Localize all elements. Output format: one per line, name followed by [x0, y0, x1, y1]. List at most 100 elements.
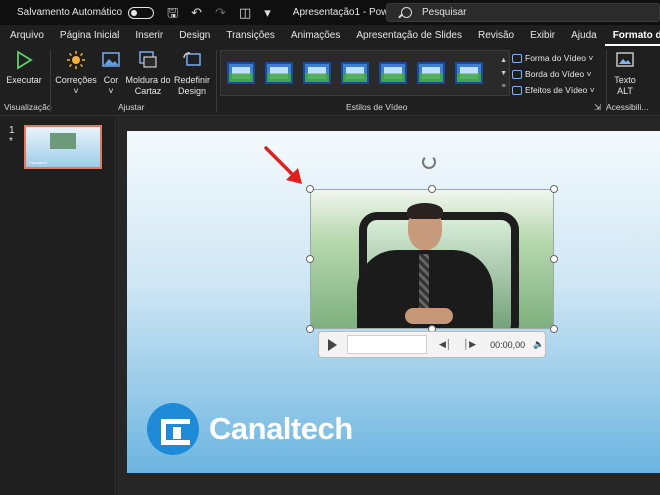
video-options: Forma do Vídeo ˅ Borda do Vídeo ˅ Efeito… [512, 50, 595, 98]
redefinir-label-2: Design [177, 86, 206, 96]
moldura-cartaz-button[interactable]: Moldura do Cartaz [124, 50, 172, 97]
redefinir-design-button[interactable]: Redefinir Design [172, 50, 212, 97]
video-style-thumb[interactable] [303, 62, 331, 84]
scroll-down-icon[interactable]: ▼ [500, 67, 507, 80]
tab-revisao[interactable]: Revisão [470, 25, 522, 46]
media-controls: ◀│ │▶ 00:00,00 🔈 [318, 331, 546, 358]
video-style-thumb[interactable] [417, 62, 445, 84]
search-placeholder: Pesquisar [422, 7, 467, 18]
step-back-icon[interactable]: ◀│ [439, 339, 452, 350]
play-button[interactable] [328, 338, 337, 351]
volume-icon[interactable]: 🔈 [533, 339, 544, 350]
search-icon [401, 7, 412, 18]
tab-apresentacao[interactable]: Apresentação de Slides [348, 25, 470, 46]
border-icon [512, 69, 522, 79]
customize-toolbar-icon[interactable]: ▾ [264, 6, 271, 19]
tab-exibir[interactable]: Exibir [522, 25, 563, 46]
thumb-logo: Canaltech [29, 160, 48, 165]
progress-bar[interactable] [347, 335, 427, 354]
tab-inserir[interactable]: Inserir [127, 25, 171, 46]
present-icon[interactable]: ◫ [239, 6, 251, 19]
effects-icon [512, 85, 522, 95]
title-bar: Salvamento Automático 🖫 ↶ ↷ ◫ ▾ Apresent… [0, 0, 660, 25]
time-display: 00:00,00 [490, 339, 526, 350]
ribbon: Executar Visualização Correções ˅ Cor ˅ … [0, 46, 660, 116]
video-style-thumb[interactable] [379, 62, 407, 84]
scroll-up-icon[interactable]: ▲ [500, 54, 507, 67]
forma-video-button[interactable]: Forma do Vídeo ˅ [512, 50, 595, 66]
video-style-thumb[interactable] [341, 62, 369, 84]
borda-video-button[interactable]: Borda do Vídeo ˅ [512, 66, 595, 82]
efeitos-video-button[interactable]: Efeitos de Vídeo ˅ [512, 82, 595, 98]
undo-icon[interactable]: ↶ [191, 6, 202, 19]
shape-icon [512, 53, 522, 63]
presenter-tie [419, 254, 429, 314]
video-style-thumb[interactable] [265, 62, 293, 84]
canaltech-logo: Canaltech [147, 403, 353, 455]
annotation-arrow-icon [264, 146, 302, 184]
rotate-handle-icon[interactable] [422, 155, 436, 169]
correcoes-label: Correções [55, 75, 97, 85]
tab-arquivo[interactable]: Arquivo [0, 25, 52, 46]
reset-design-icon [183, 52, 201, 66]
slide-number-text: 1 [9, 125, 15, 136]
save-icon[interactable]: 🖫 [167, 6, 178, 19]
chevron-down-icon: ˅ [73, 86, 79, 96]
tab-formato-video[interactable]: Formato do [604, 25, 660, 46]
efeitos-video-label: Efeitos de Vídeo [525, 85, 588, 95]
video-styles-gallery: ▲ ▼ ≡ [220, 50, 510, 96]
moldura-label-1: Moldura do [125, 75, 171, 85]
group-estilos-video: Estilos de Vídeo [346, 102, 408, 112]
executar-label: Executar [6, 75, 42, 85]
ribbon-tabs: Arquivo Página Inicial Inserir Design Tr… [0, 25, 660, 46]
ribbon-separator [50, 50, 51, 112]
group-ajustar: Ajustar [118, 102, 145, 112]
cor-label: Cor [103, 75, 119, 85]
presenter-hands [405, 308, 453, 324]
resize-handle[interactable] [306, 255, 314, 263]
autosave-toggle[interactable] [128, 6, 155, 19]
resize-handle[interactable] [428, 185, 436, 193]
tab-transicoes[interactable]: Transições [218, 25, 283, 46]
video-style-thumb[interactable] [455, 62, 483, 84]
dialog-launcher-icon[interactable]: ⇲ [594, 102, 601, 113]
slides-panel: 1 * Canaltech [0, 117, 116, 495]
resize-handle[interactable] [306, 325, 314, 333]
search-box[interactable]: Pesquisar [386, 3, 660, 22]
redo-icon[interactable]: ↷ [215, 6, 226, 19]
poster-frame-icon [139, 51, 157, 68]
resize-handle[interactable] [550, 325, 558, 333]
tab-design[interactable]: Design [171, 25, 218, 46]
gallery-scroll[interactable]: ▲ ▼ ≡ [500, 54, 507, 93]
video-style-thumb[interactable] [227, 62, 255, 84]
resize-handle[interactable] [306, 185, 314, 193]
cor-button[interactable]: Cor ˅ [100, 50, 122, 97]
thumb-video [50, 133, 76, 149]
resize-handle[interactable] [550, 255, 558, 263]
slide-thumbnail[interactable]: Canaltech [24, 125, 102, 169]
group-acessibilidade: Acessibili... [606, 102, 649, 112]
tab-animacoes[interactable]: Animações [283, 25, 348, 46]
play-icon [17, 50, 33, 70]
resize-handle[interactable] [550, 185, 558, 193]
chevron-down-icon: ˅ [108, 86, 114, 96]
executar-button[interactable]: Executar [6, 50, 42, 86]
slide-number: 1 * [9, 125, 15, 147]
redefinir-label-1: Redefinir [173, 75, 211, 85]
sun-icon [67, 51, 85, 69]
alt-text-icon [616, 52, 634, 67]
tab-ajuda[interactable]: Ajuda [563, 25, 605, 46]
texto-alt-label-1: Texto [614, 75, 636, 85]
more-styles-icon[interactable]: ≡ [500, 80, 507, 93]
video-object[interactable] [310, 189, 554, 329]
tab-pagina-inicial[interactable]: Página Inicial [52, 25, 127, 46]
slide[interactable]: ◀│ │▶ 00:00,00 🔈 Canaltech [127, 131, 660, 473]
color-picture-icon [102, 52, 120, 67]
texto-alt-button[interactable]: Texto ALT [610, 50, 640, 97]
step-forward-icon[interactable]: │▶ [464, 339, 477, 350]
group-visualizacao: Visualização [4, 102, 52, 112]
ribbon-separator [216, 50, 217, 112]
texto-alt-label-2: ALT [617, 86, 633, 96]
borda-video-label: Borda do Vídeo [525, 69, 585, 79]
correcoes-button[interactable]: Correções ˅ [54, 50, 98, 97]
